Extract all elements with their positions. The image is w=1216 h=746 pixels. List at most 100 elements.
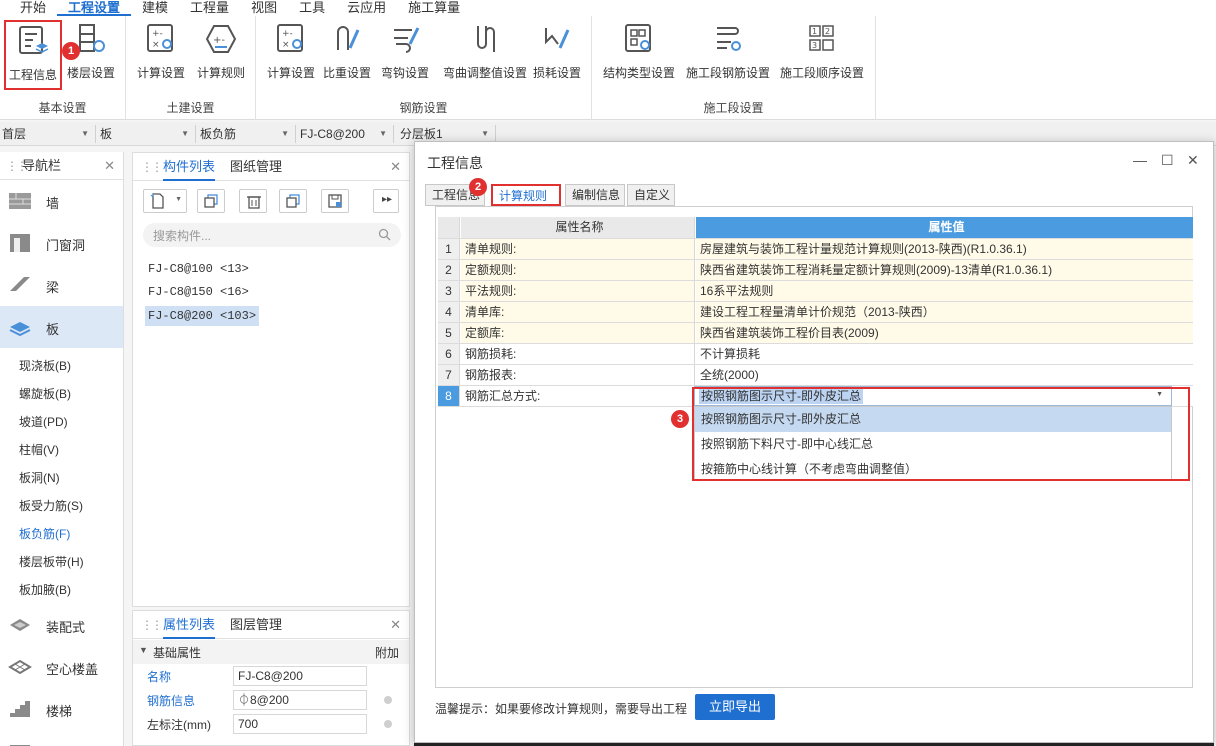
tab-custom[interactable]: 自定义 [627,184,675,206]
grid-row[interactable]: 3 平法规则: 16系平法规则 [438,281,1193,302]
menu-tools[interactable]: 工具 [288,0,336,16]
search-input[interactable]: 搜索构件... [153,227,211,244]
nav-sub-ramp[interactable]: 坡道(PD) [0,408,123,436]
double-chevron-right-icon: ▸▸ [382,194,393,205]
hook-settings-button[interactable]: 弯钩设置 [374,20,436,84]
civil-calc-settings-button[interactable]: +- × 计算设置 [130,20,192,84]
close-icon[interactable]: ✕ [1187,152,1199,169]
expand-toolbar-button[interactable]: ▸▸ [373,189,399,213]
drag-handle-icon[interactable]: ⋮⋮ [141,153,163,181]
component-item-selected[interactable]: FJ-C8@200 <103> [145,306,260,326]
menu-project-settings[interactable]: 工程设置 [57,0,132,16]
grid-row[interactable]: 6 钢筋损耗: 不计算损耗 [438,344,1193,365]
row-value[interactable]: 陕西省建筑装饰工程消耗量定额计算规则(2009)-13清单(R1.0.36.1) [696,260,1193,280]
specific-gravity-button[interactable]: 比重设置 [316,20,378,84]
component-select[interactable]: FJ-C8@200 ▼ [298,125,394,143]
new-component-button[interactable]: ▼ [143,189,187,213]
menu-construction[interactable]: 施工算量 [397,0,471,16]
menu-view[interactable]: 视图 [240,0,288,16]
property-value-input[interactable]: FJ-C8@200 [233,666,367,686]
nav-cat-stairs[interactable]: 楼梯 [0,688,123,730]
bend-adjust-button[interactable]: 弯曲调整值设置 [436,20,534,84]
grid-row[interactable]: 5 定额库: 陕西省建筑装饰工程价目表(2009) [438,323,1193,344]
tab-layer-management[interactable]: 图层管理 [230,611,282,639]
nav-cat-hollow-floor[interactable]: 空心楼盖 [0,646,123,688]
bend-adjust-icon [477,26,495,52]
save-component-button[interactable] [321,189,349,213]
tab-calc-rules[interactable]: 计算规则 [491,184,561,206]
category-select[interactable]: 板 ▼ [98,125,196,143]
layer-select-value: 分层板1 [400,127,443,141]
delete-component-button[interactable] [239,189,267,213]
tab-drawing-management[interactable]: 图纸管理 [230,153,282,181]
project-info-button[interactable]: 工程信息 [4,20,62,90]
row-key: 定额规则: [461,260,695,280]
nav-sub-floor-strip[interactable]: 楼层板带(H) [0,548,123,576]
group-title-basic: 基本设置 [38,101,87,115]
nav-cat-decoration[interactable]: 装修 [0,730,123,746]
menu-modeling[interactable]: 建模 [131,0,179,16]
property-value-input[interactable]: 700 [233,714,367,734]
row-value[interactable]: 16系平法规则 [696,281,1193,301]
property-value-input[interactable]: ⏀8@200 [233,690,367,710]
grid-row[interactable]: 1 清单规则: 房屋建筑与装饰工程计量规范计算规则(2013-陕西)(R1.0.… [438,239,1193,260]
component-search[interactable]: 搜索构件... [143,223,401,247]
close-icon[interactable]: ✕ [390,611,401,639]
nav-sub-cast-slab[interactable]: 现浇板(B) [0,352,123,380]
nav-sub-slab-neg-rebar[interactable]: 板负筋(F) [0,520,123,548]
nav-cat-slab[interactable]: 板 [0,306,123,348]
svg-text:+-: +- [282,29,293,39]
tab-component-list[interactable]: 构件列表 [163,153,216,181]
export-button[interactable]: 立即导出 [695,694,775,720]
svg-text:+-: +- [213,35,225,46]
grid-row[interactable]: 4 清单库: 建设工程工程量清单计价规范（2013-陕西） [438,302,1193,323]
extra-checkbox[interactable] [384,720,392,728]
property-key: 钢筋信息 [147,694,196,708]
segment-order-label: 施工段顺序设置 [779,66,864,80]
type-select[interactable]: 板负筋 ▼ [198,125,296,143]
nav-cat-prefab[interactable]: 装配式 [0,604,123,646]
group-title-civil: 土建设置 [166,101,215,115]
duplicate-component-button[interactable] [279,189,307,213]
close-icon[interactable]: ✕ [390,153,401,181]
nav-cat-wall[interactable]: 墙 [0,180,123,222]
nav-sub-slab-main-rebar[interactable]: 板受力筋(S) [0,492,123,520]
grid-row[interactable]: 2 定额规则: 陕西省建筑装饰工程消耗量定额计算规则(2009)-13清单(R1… [438,260,1193,281]
property-panel: ⋮⋮ 属性列表 图层管理 ✕ ▼ 基础属性 附加 名称 FJ-C8@200 钢筋… [132,610,410,746]
floor-select[interactable]: 首层 ▼ [0,125,96,143]
rebar-calc-settings-button[interactable]: +- × 计算设置 [260,20,322,84]
segment-rebar-button[interactable]: 施工段钢筋设置 [686,20,770,84]
extra-checkbox[interactable] [384,696,392,704]
maximize-icon[interactable]: ☐ [1161,152,1174,169]
component-item[interactable]: FJ-C8@100 <13> [145,259,252,279]
close-icon[interactable]: ✕ [104,152,115,180]
civil-calc-rules-button[interactable]: +- 计算规则 [190,20,252,84]
menu-quantity[interactable]: 工程量 [179,0,240,16]
minimize-icon[interactable]: — [1133,152,1147,168]
copy-icon [204,194,218,208]
copy-component-button[interactable] [197,189,225,213]
svg-text:1: 1 [812,27,817,36]
menu-cloud[interactable]: 云应用 [336,0,397,16]
segment-order-button[interactable]: 123 施工段顺序设置 [778,20,866,84]
row-value[interactable]: 建设工程工程量清单计价规范（2013-陕西） [696,302,1193,322]
drag-handle-icon[interactable]: ⋮⋮ [141,611,163,639]
nav-sub-slab-hole[interactable]: 板洞(N) [0,464,123,492]
grid-row[interactable]: 7 钢筋报表: 全统(2000) [438,365,1193,386]
loss-settings-button[interactable]: 损耗设置 [526,20,588,84]
row-value[interactable]: 全统(2000) [696,365,1193,385]
property-section-header[interactable]: ▼ 基础属性 附加 [133,640,409,664]
tab-compile-info[interactable]: 编制信息 [565,184,625,206]
row-value[interactable]: 房屋建筑与装饰工程计量规范计算规则(2013-陕西)(R1.0.36.1) [696,239,1193,259]
nav-sub-column-cap[interactable]: 柱帽(V) [0,436,123,464]
component-item[interactable]: FJ-C8@150 <16> [145,282,252,302]
nav-cat-door-window[interactable]: 门窗洞 [0,222,123,264]
row-value[interactable]: 陕西省建筑装饰工程价目表(2009) [696,323,1193,343]
nav-sub-slab-haunch[interactable]: 板加腋(B) [0,576,123,604]
nav-cat-beam[interactable]: 梁 [0,264,123,306]
structure-type-button[interactable]: 结构类型设置 [602,20,676,84]
nav-sub-spiral-slab[interactable]: 螺旋板(B) [0,380,123,408]
tab-property-list[interactable]: 属性列表 [163,611,216,639]
row-value[interactable]: 不计算损耗 [696,344,1193,364]
menu-start[interactable]: 开始 [0,0,57,16]
